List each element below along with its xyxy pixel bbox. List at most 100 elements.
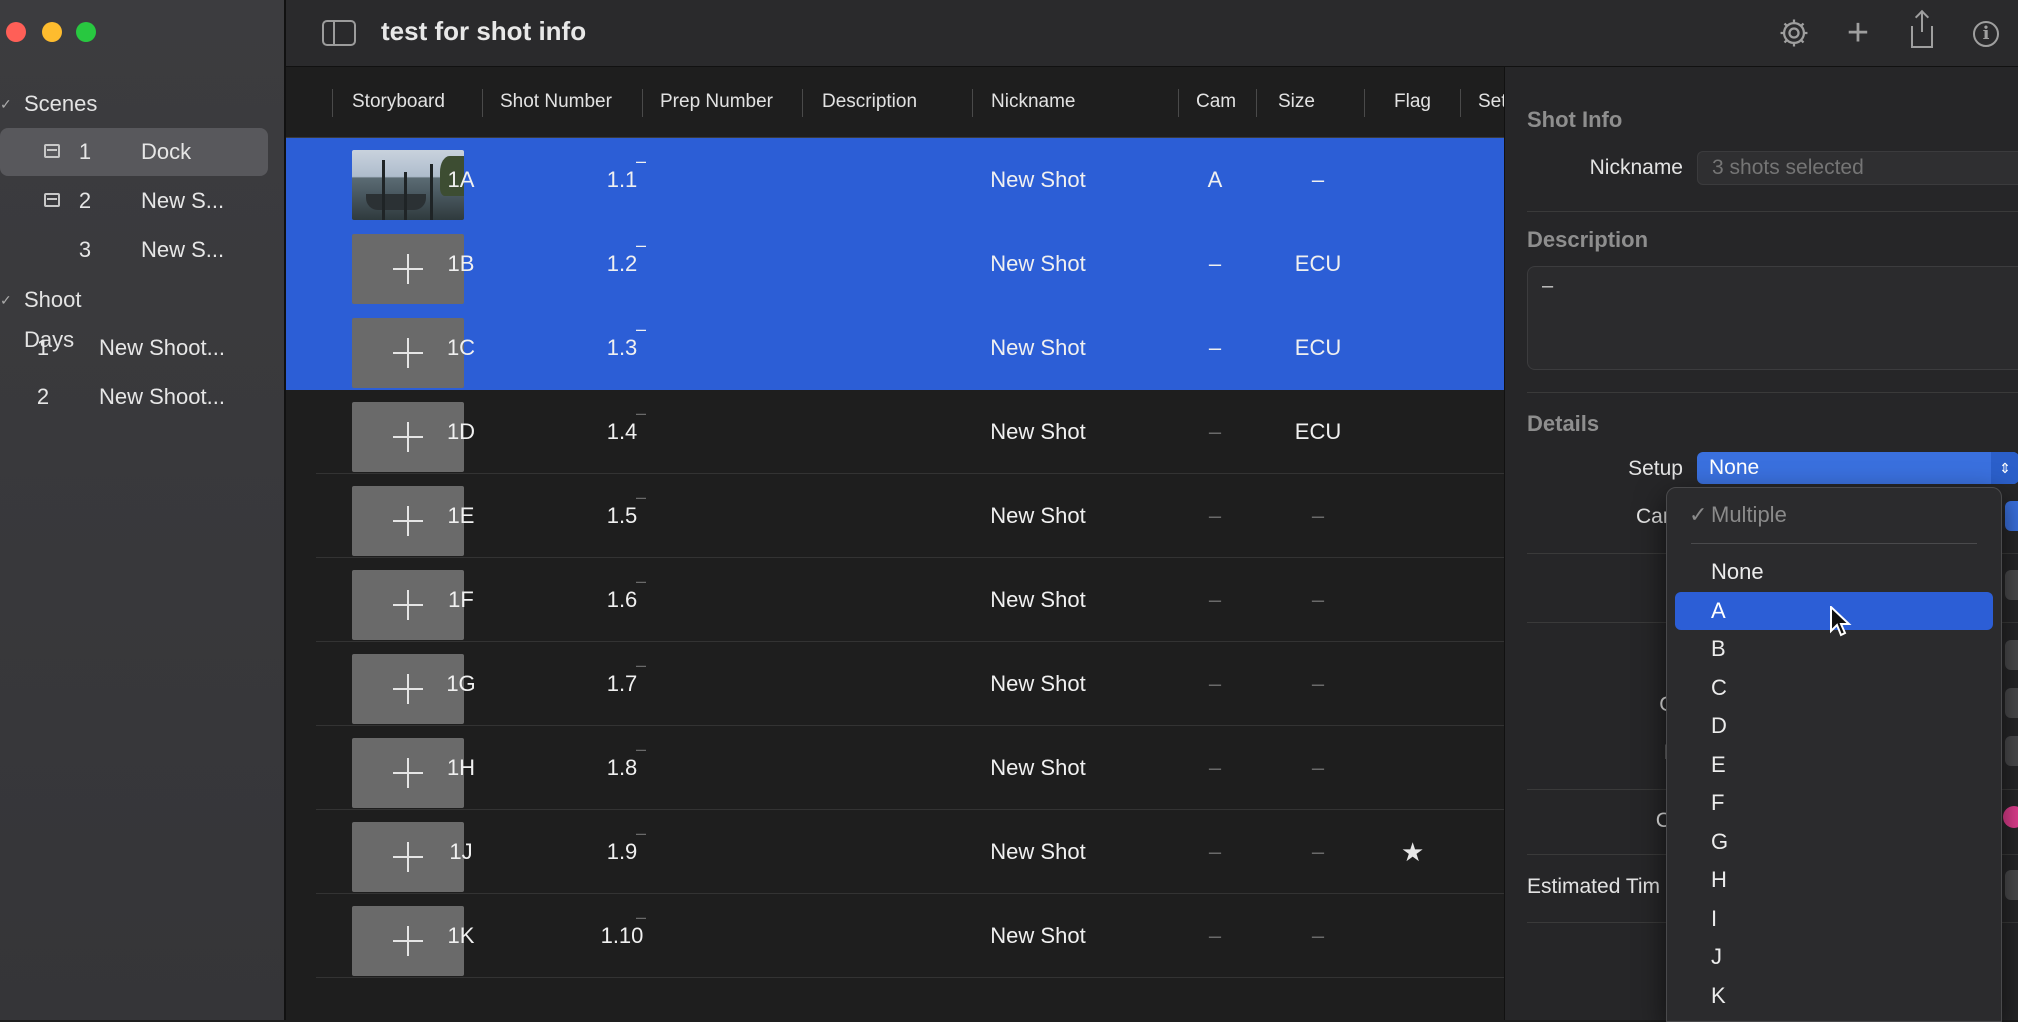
prep-number-cell: 1.7	[606, 671, 638, 696]
column-header-cam[interactable]: Cam	[1196, 67, 1236, 137]
flag-star-icon[interactable]: ★	[1401, 810, 1424, 894]
description-textarea[interactable]: –	[1527, 266, 2018, 370]
description-title: Description	[1527, 227, 1649, 252]
column-header-storyboard[interactable]: Storyboard	[352, 67, 445, 137]
table-row[interactable]: 1C 1.3– New Shot – ECU	[286, 306, 1504, 390]
nickname-cell: New Shot	[990, 419, 1086, 444]
close-window-button[interactable]	[6, 22, 26, 42]
table-row[interactable]: 1A 1.1– New Shot A –	[286, 138, 1504, 222]
shot-number-cell: 1A	[447, 167, 475, 192]
scene-icon	[44, 144, 60, 158]
info-glyph: i	[1973, 21, 1999, 47]
info-icon[interactable]: i	[1966, 14, 2006, 52]
menu-item-multiple[interactable]: ✓ Multiple	[1675, 496, 1993, 534]
column-header-shot-number[interactable]: Shot Number	[500, 67, 612, 137]
menu-item-c[interactable]: C	[1675, 669, 1993, 707]
table-row[interactable]: 1E 1.5– New Shot – –	[286, 474, 1504, 558]
table-row[interactable]: 1D 1.4– New Shot – ECU	[286, 390, 1504, 474]
column-header-set[interactable]: Set	[1478, 67, 1504, 137]
share-icon[interactable]	[1902, 12, 1942, 52]
sidebar-item-scene-2[interactable]: 2 New S...	[0, 177, 268, 225]
camera-dropdown-menu: ✓ Multiple None A B C D E F G H I J K	[1666, 487, 2002, 1022]
prep-number-cell: 1.2	[606, 251, 638, 276]
scene-number: 3	[78, 237, 92, 262]
lens-control-edge[interactable]	[2005, 736, 2018, 766]
nickname-cell: New Shot	[990, 251, 1086, 276]
size-cell: –	[1311, 671, 1325, 696]
sidebar: ✓ Scenes 1 Dock 2 New S... 3 New S... ✓ …	[0, 0, 286, 1020]
chevron-up-down-icon: ⇕	[1991, 452, 2018, 484]
nickname-cell: New Shot	[990, 839, 1086, 864]
menu-item-k[interactable]: K	[1675, 977, 1993, 1015]
setup-popup-button[interactable]: None ⇕	[1697, 452, 2018, 484]
zoom-window-button[interactable]	[76, 22, 96, 42]
table-row[interactable]: 1B 1.2– New Shot – ECU	[286, 222, 1504, 306]
menu-item-g[interactable]: G	[1675, 823, 1993, 861]
menu-item-none[interactable]: None	[1675, 553, 1993, 591]
nickname-cell: New Shot	[990, 923, 1086, 948]
nickname-cell: New Shot	[990, 587, 1086, 612]
cam-cell: –	[1208, 251, 1222, 276]
table-row[interactable]: 1H 1.8– New Shot – –	[286, 726, 1504, 810]
size-cell: ECU	[1294, 419, 1342, 444]
nickname-field[interactable]	[1697, 151, 2018, 185]
table-row[interactable]: 1J 1.9– New Shot – – ★	[286, 810, 1504, 894]
scene-name: New S...	[141, 188, 225, 213]
sidebar-item-shoot-day-2[interactable]: 2 New Shoot...	[0, 373, 268, 421]
shot-table: Storyboard Shot Number Prep Number Descr…	[286, 67, 1504, 1020]
menu-item-j[interactable]: J	[1675, 938, 1993, 976]
camera-popup-edge[interactable]	[2005, 501, 2018, 531]
size-cell: –	[1311, 167, 1325, 192]
column-header-size[interactable]: Size	[1278, 67, 1315, 137]
sidebar-item-scene-3[interactable]: 3 New S...	[0, 226, 268, 274]
size-cell: –	[1311, 839, 1325, 864]
gear-icon[interactable]	[1774, 14, 1814, 52]
size-cell: ECU	[1294, 251, 1342, 276]
share-glyph	[1911, 12, 1933, 48]
sidebar-toggle-icon[interactable]	[322, 20, 356, 46]
nickname-label: Nickname	[1589, 156, 1683, 179]
color-swatch[interactable]	[2003, 806, 2018, 828]
menu-item-i[interactable]: I	[1675, 900, 1993, 938]
column-header-prep-number[interactable]: Prep Number	[660, 67, 773, 137]
setup-label: Setup	[1628, 457, 1683, 480]
table-row[interactable]: 1F 1.6– New Shot – –	[286, 558, 1504, 642]
sidebar-item-shoot-day-1[interactable]: 1 New Shoot...	[0, 324, 268, 372]
column-header-flag[interactable]: Flag	[1394, 67, 1431, 137]
size-control-edge[interactable]	[2005, 640, 2018, 670]
column-header-description[interactable]: Description	[822, 67, 917, 137]
checkmark-icon: ✓	[1689, 502, 1708, 527]
estimated-time-control-edge[interactable]	[2005, 870, 2018, 900]
menu-item-f[interactable]: F	[1675, 784, 1993, 822]
prep-number-cell: 1.1	[606, 167, 638, 192]
menu-item-d[interactable]: D	[1675, 707, 1993, 745]
table-row[interactable]: 1K 1.10– New Shot – –	[286, 894, 1504, 978]
chevron-down-icon[interactable]: ✓	[0, 280, 12, 320]
shot-number-cell: 1D	[446, 419, 476, 444]
minimize-window-button[interactable]	[42, 22, 62, 42]
column-header-nickname[interactable]: Nickname	[991, 67, 1075, 137]
prep-number-cell: 1.3	[606, 335, 638, 360]
cam-cell: A	[1207, 167, 1223, 192]
shot-info-title: Shot Info	[1527, 107, 1623, 132]
shot-number-cell: 1H	[446, 755, 476, 780]
divider	[1527, 392, 2018, 393]
table-header: Storyboard Shot Number Prep Number Descr…	[286, 67, 1504, 138]
scenes-section-label: Scenes	[24, 91, 98, 116]
nickname-cell: New Shot	[990, 167, 1086, 192]
chevron-down-icon[interactable]: ✓	[0, 84, 12, 124]
cam-cell: –	[1208, 335, 1222, 360]
prep-number-cell: 1.9	[606, 839, 638, 864]
toolbar: test for shot info + i	[286, 0, 2018, 67]
cam-cell: –	[1208, 671, 1222, 696]
plus-icon[interactable]: +	[1838, 14, 1878, 52]
menu-separator	[1691, 543, 1977, 544]
sidebar-item-scene-1[interactable]: 1 Dock	[0, 128, 268, 176]
flag-control-edge[interactable]	[2005, 570, 2018, 600]
menu-item-e[interactable]: E	[1675, 746, 1993, 784]
details-title: Details	[1527, 411, 1600, 436]
table-row[interactable]: 1G 1.7– New Shot – –	[286, 642, 1504, 726]
prep-number-cell: 1.4	[606, 419, 638, 444]
menu-item-h[interactable]: H	[1675, 861, 1993, 899]
gear-control-edge[interactable]	[2005, 688, 2018, 718]
